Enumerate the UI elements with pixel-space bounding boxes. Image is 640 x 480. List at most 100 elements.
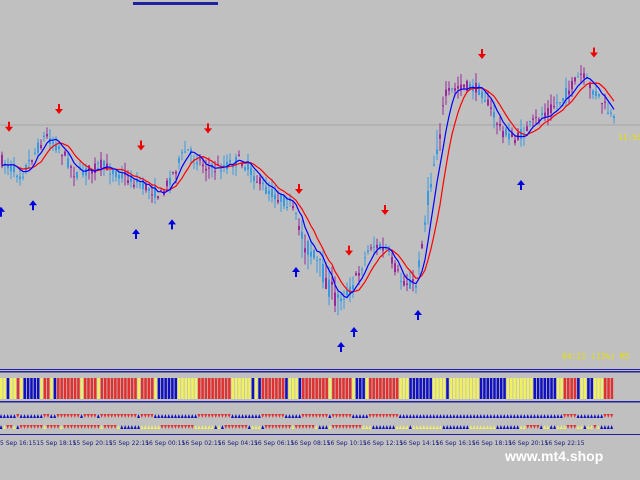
mini-up-arrow-icon bbox=[210, 425, 214, 429]
buy-arrow-icon bbox=[292, 267, 300, 277]
mini-up-arrow-icon bbox=[375, 425, 379, 429]
mini-up-arrow-icon bbox=[412, 414, 416, 418]
mini-up-arrow-icon bbox=[452, 425, 456, 429]
candle-body bbox=[160, 189, 162, 191]
mini-up-arrow-icon bbox=[418, 414, 422, 418]
candle-body bbox=[544, 112, 546, 117]
signal-bar bbox=[338, 378, 342, 399]
mini-down-arrow-icon bbox=[116, 414, 120, 418]
candle-body bbox=[433, 164, 435, 166]
mini-up-arrow-icon bbox=[257, 414, 261, 418]
mini-up-arrow-icon bbox=[197, 425, 201, 429]
mini-up-arrow-icon bbox=[157, 425, 161, 429]
signal-bar bbox=[463, 378, 466, 399]
candle-body bbox=[520, 129, 522, 139]
candle-body bbox=[391, 257, 393, 264]
mini-up-arrow-icon bbox=[298, 414, 302, 418]
mini-up-arrow-icon bbox=[36, 414, 40, 418]
candle-body bbox=[67, 158, 69, 168]
candle-body bbox=[385, 248, 387, 250]
signal-bar bbox=[312, 378, 315, 399]
signal-bar bbox=[506, 378, 510, 399]
signal-bar bbox=[382, 378, 386, 399]
mini-up-arrow-icon bbox=[586, 414, 590, 418]
mini-down-arrow-icon bbox=[187, 425, 191, 429]
watermark: www.mt4.shop bbox=[505, 448, 604, 464]
mini-down-arrow-icon bbox=[220, 414, 224, 418]
sell-arrow-icon bbox=[381, 205, 389, 215]
candle-body bbox=[589, 83, 591, 89]
mini-down-arrow-icon bbox=[277, 425, 281, 429]
mini-up-arrow-icon bbox=[506, 425, 510, 429]
candle-body bbox=[70, 166, 72, 168]
candle-body bbox=[532, 118, 534, 120]
candle-body bbox=[577, 76, 579, 78]
mini-up-arrow-icon bbox=[26, 414, 30, 418]
mini-down-arrow-icon bbox=[338, 414, 342, 418]
mini-down-arrow-icon bbox=[318, 414, 322, 418]
mini-up-arrow-icon bbox=[2, 414, 6, 418]
mini-down-arrow-icon bbox=[331, 425, 335, 429]
candle-body bbox=[112, 170, 114, 175]
mini-down-arrow-icon bbox=[241, 425, 245, 429]
candle-body bbox=[199, 159, 201, 161]
signal-bar bbox=[563, 378, 567, 399]
mini-down-arrow-icon bbox=[392, 414, 396, 418]
candle-body bbox=[439, 134, 441, 139]
signal-bar bbox=[265, 378, 268, 399]
mini-up-arrow-icon bbox=[543, 414, 547, 418]
mini-down-arrow-icon bbox=[56, 414, 60, 418]
mini-up-arrow-icon bbox=[12, 425, 16, 429]
mini-up-arrow-icon bbox=[449, 414, 453, 418]
mini-up-arrow-icon bbox=[140, 425, 144, 429]
mini-up-arrow-icon bbox=[519, 414, 523, 418]
mini-up-arrow-icon bbox=[465, 414, 469, 418]
mini-down-arrow-icon bbox=[294, 425, 298, 429]
signal-bar bbox=[573, 378, 577, 399]
candle-body bbox=[196, 162, 198, 165]
mini-up-arrow-icon bbox=[49, 414, 53, 418]
signal-bar bbox=[369, 378, 372, 399]
mini-up-arrow-icon bbox=[459, 425, 463, 429]
time-axis-label: 16 Sep 16:15 bbox=[435, 440, 476, 447]
price-chart[interactable] bbox=[0, 0, 640, 370]
time-axis-label: 16 Sep 12:15 bbox=[363, 440, 404, 447]
mini-up-arrow-icon bbox=[432, 414, 436, 418]
buy-arrow-icon bbox=[132, 229, 140, 239]
candle-body bbox=[505, 128, 507, 136]
candle-body bbox=[43, 135, 45, 138]
signal-bar bbox=[70, 378, 73, 399]
mini-down-arrow-icon bbox=[69, 425, 73, 429]
signal-bar bbox=[516, 378, 520, 399]
mini-up-arrow-icon bbox=[16, 425, 20, 429]
signal-bar bbox=[399, 378, 402, 399]
mini-up-arrow-icon bbox=[408, 425, 412, 429]
mini-up-arrow-icon bbox=[482, 425, 486, 429]
panel-border bbox=[0, 401, 640, 403]
mini-up-arrow-icon bbox=[576, 425, 580, 429]
signal-bar bbox=[442, 378, 446, 399]
mini-up-arrow-icon bbox=[556, 425, 560, 429]
mini-up-arrow-icon bbox=[200, 425, 204, 429]
mini-up-arrow-icon bbox=[579, 425, 583, 429]
mini-down-arrow-icon bbox=[284, 425, 288, 429]
signal-bar bbox=[63, 378, 67, 399]
candle-body bbox=[343, 298, 345, 300]
mini-up-arrow-icon bbox=[469, 414, 473, 418]
signal-bar bbox=[83, 378, 87, 399]
mini-up-arrow-icon bbox=[291, 425, 295, 429]
mini-down-arrow-icon bbox=[26, 425, 30, 429]
mini-up-arrow-icon bbox=[539, 414, 543, 418]
mini-down-arrow-icon bbox=[66, 425, 70, 429]
mini-up-arrow-icon bbox=[536, 414, 540, 418]
candle-timer: 04:21 (13%) M5 bbox=[562, 352, 630, 361]
candle-body bbox=[151, 194, 153, 196]
signal-bar bbox=[295, 378, 298, 399]
mini-down-arrow-icon bbox=[277, 414, 281, 418]
candle-body bbox=[139, 184, 141, 186]
mini-up-arrow-icon bbox=[153, 414, 157, 418]
mini-down-arrow-icon bbox=[133, 414, 137, 418]
signal-bar bbox=[30, 378, 33, 399]
signal-bar bbox=[412, 378, 416, 399]
mini-down-arrow-icon bbox=[59, 414, 63, 418]
